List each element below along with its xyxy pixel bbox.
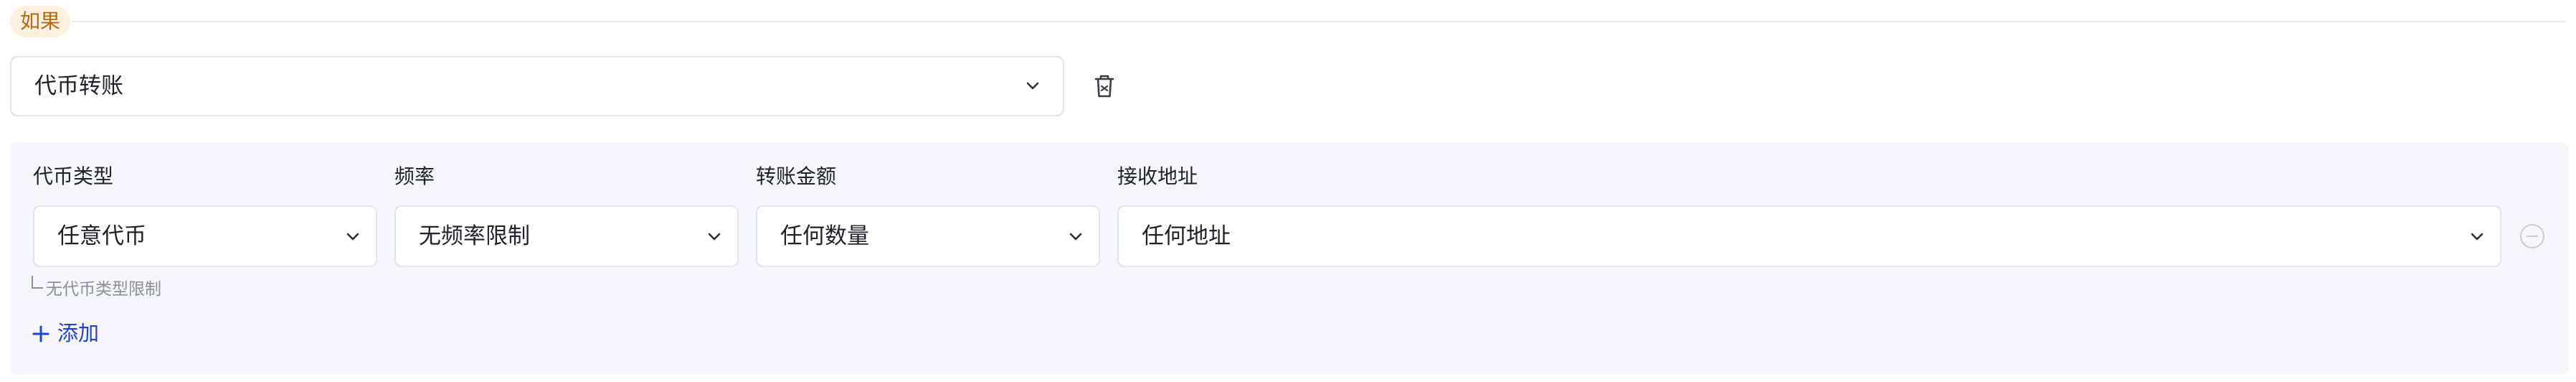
amount-select[interactable]: 任何数量 [756,205,1100,267]
condition-type-value: 代币转账 [34,73,123,99]
tree-connector-icon [32,276,43,289]
amount-label: 转账金额 [756,164,837,188]
hint-text: 无代币类型限制 [46,280,161,299]
trash-icon[interactable] [1092,72,1117,101]
frequency-select[interactable]: 无频率限制 [394,205,739,267]
chevron-down-icon [346,233,359,241]
token-type-label: 代币类型 [33,164,114,188]
condition-panel: 代币类型 频率 转账金额 接收地址 任意代币 无频率限制 任何数量 任何地址 无… [10,142,2569,375]
token-type-hint: 无代币类型限制 [32,276,161,300]
token-type-select[interactable]: 任意代币 [33,205,377,267]
chevron-down-icon [708,233,721,241]
section-header: 如果 [10,0,2566,40]
frequency-label: 频率 [394,164,435,188]
trigger-editor: 如果 代币转账 代币类型 频率 转账金额 接收地址 任意代币 无频率限制 任何数… [0,0,2576,382]
minus-circle-icon[interactable] [2519,223,2546,250]
chevron-down-icon [1069,233,1082,241]
recipient-address-value: 任何地址 [1142,223,1231,249]
token-type-value: 任意代币 [57,223,146,249]
chevron-down-icon [1026,82,1039,90]
header-divider [72,21,2566,22]
frequency-value: 无频率限制 [419,223,530,249]
amount-value: 任何数量 [780,223,869,249]
recipient-address-label: 接收地址 [1117,164,1198,188]
condition-type-select[interactable]: 代币转账 [10,56,1064,116]
recipient-address-select[interactable]: 任何地址 [1117,205,2501,267]
chevron-down-icon [2471,233,2483,241]
plus-icon [32,325,49,343]
add-button-label: 添加 [57,321,100,345]
if-tag: 如果 [10,6,71,37]
add-button[interactable]: 添加 [32,319,99,348]
